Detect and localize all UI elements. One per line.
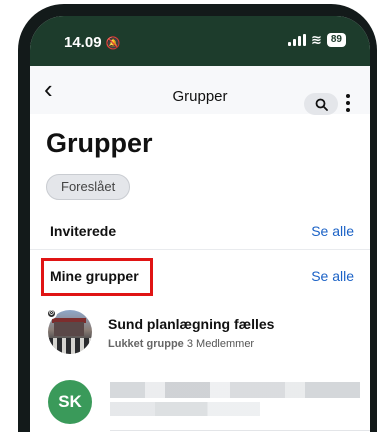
group-list-item[interactable]: SK — [30, 16, 370, 424]
suggested-chip[interactable]: Foreslået — [46, 174, 131, 200]
group-member-count: 3 Medlemmer — [186, 338, 255, 350]
blurred-group-name — [110, 382, 360, 398]
search-button[interactable] — [304, 93, 338, 115]
group-avatar: SK — [48, 380, 92, 424]
group-name: Sund planlægning fælles — [108, 316, 275, 332]
group-meta: Lukket gruppe 3 Medlemmer — [108, 338, 254, 350]
highlight-box — [41, 258, 153, 296]
section-divider — [30, 249, 370, 250]
list-divider — [110, 430, 370, 431]
phone-screen: 14.09 🔕 ≋ 89 ‹ Grupper Grupper Foreslået … — [30, 16, 370, 432]
app-bar: ‹ Grupper — [30, 66, 370, 115]
invited-label: Inviterede — [50, 223, 117, 239]
more-options-icon[interactable] — [345, 94, 351, 112]
page-title: Grupper — [46, 128, 153, 158]
my-groups-see-all-link[interactable]: Se alle — [311, 268, 354, 284]
group-settings-badge-icon: ⚙ — [46, 308, 57, 319]
blurred-group-meta — [110, 402, 260, 416]
invited-see-all-link[interactable]: Se alle — [311, 223, 354, 239]
group-type: Lukket gruppe — [108, 338, 184, 350]
search-icon — [315, 98, 328, 111]
